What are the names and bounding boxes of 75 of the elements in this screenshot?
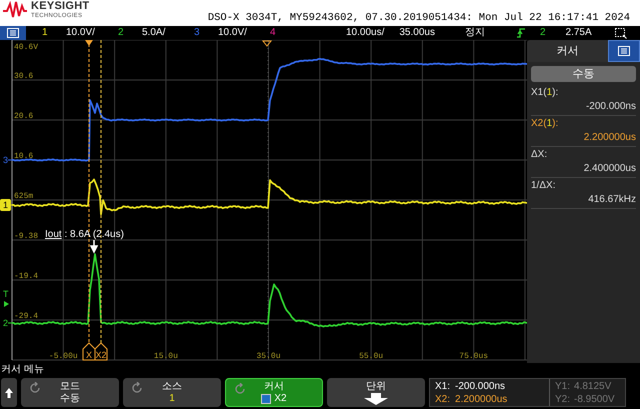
panel-tab[interactable]: 커서 — [527, 40, 608, 62]
run-state[interactable]: 정지 — [464, 28, 485, 38]
readout-value: 2.200000us — [582, 131, 636, 145]
logo-icon — [2, 1, 28, 19]
cursor-marker[interactable]: X2 — [94, 342, 108, 360]
readout-label: X1: — [435, 380, 450, 393]
axis-label: -29.4 — [14, 312, 38, 321]
readout-label: X1(1): — [531, 86, 558, 100]
menu-icon[interactable] — [0, 26, 26, 40]
down-arrow-icon — [363, 392, 389, 404]
channel-scale[interactable]: 10.0V/ — [66, 28, 95, 38]
menu-icon[interactable] — [608, 40, 640, 62]
axis-label: 15.0u — [154, 352, 178, 361]
softkey-value: 1 — [169, 392, 175, 404]
readout-label: X2(1): — [531, 117, 558, 131]
cycle-icon — [131, 382, 143, 394]
readout-value: -200.000ns — [455, 380, 506, 393]
cycle-icon — [234, 383, 246, 395]
readout-value: 2.200000us — [455, 393, 508, 406]
readout-value: 4.8125V — [574, 380, 612, 393]
rising-edge-icon[interactable] — [516, 28, 525, 38]
axis-label: -19.4 — [14, 272, 38, 281]
mode-button[interactable]: 수동 — [531, 66, 636, 82]
checkbox — [261, 394, 272, 404]
readout-label: Y1: — [555, 380, 570, 393]
time-delay[interactable]: 35.00us — [399, 28, 435, 38]
cycle-icon — [29, 382, 41, 394]
axis-label: 40.6V — [14, 43, 38, 52]
annotation-text: Iout : 8.6A (2.4us) — [45, 229, 124, 240]
softkey[interactable]: 소스 1 — [123, 378, 221, 407]
axis-label: 35.0u — [256, 352, 280, 361]
softkey[interactable]: 단위 — [327, 378, 425, 407]
readout-value: 416.67kHz — [587, 193, 636, 207]
readout-label: Y2: — [555, 393, 570, 406]
axis-label: 75.0us — [459, 352, 488, 361]
zoom-select-icon[interactable] — [614, 28, 627, 38]
softkey-value: 수동 — [60, 392, 80, 404]
readout-value: -8.9500V — [574, 393, 615, 406]
softkey[interactable]: 모드 수동 — [21, 378, 119, 407]
trigger-source[interactable]: 2 — [540, 28, 546, 38]
window-title: DSO-X 3034T, MY59243602, 07.30.2019051434: Mon Jul 22 16:17:41 2024 — [208, 12, 630, 26]
readout-value: -200.000ns — [584, 100, 636, 114]
softkey-value: X2 — [274, 392, 287, 404]
readout-value: 2.400000us — [582, 162, 636, 176]
axis-label: 30.6 — [14, 72, 34, 81]
readout-label: ΔX: — [531, 148, 548, 162]
back-button[interactable] — [1, 378, 17, 407]
menu-title: 커서 메뉴 — [0, 363, 45, 376]
channel-number[interactable]: 3 — [194, 28, 218, 38]
axis-label: 625m — [14, 192, 34, 201]
channel-marker[interactable]: 1 — [0, 199, 12, 211]
channel-number[interactable]: 1 — [42, 28, 66, 38]
down-arrow-icon — [90, 239, 98, 254]
trigger-position-icon — [262, 40, 272, 47]
axis-label: 20.6 — [14, 112, 34, 121]
softkey[interactable]: 커서 X2 — [225, 378, 323, 407]
readout-label: 1/ΔX: — [531, 179, 556, 193]
channel-number[interactable]: 2 — [118, 28, 142, 38]
axis-label: -5.00u — [48, 352, 78, 361]
softkey-title: 소스 — [162, 380, 182, 392]
up-arrow-icon — [5, 388, 13, 398]
trigger-level[interactable]: 2.75A — [566, 28, 592, 38]
brand-name: KEYSIGHT — [31, 1, 90, 12]
channel-scale[interactable]: 10.0V/ — [218, 28, 247, 38]
time-scale[interactable]: 10.00us/ — [346, 28, 384, 38]
readout-label: X2: — [435, 393, 450, 406]
channel-scale[interactable]: 5.0A/ — [142, 28, 166, 38]
softkey-title: 모드 — [60, 380, 80, 392]
cursor-marker[interactable]: X — [82, 342, 96, 360]
softkey-title: 단위 — [366, 380, 386, 392]
axis-label: -9.38 — [14, 232, 38, 241]
axis-label: 55.0u — [359, 352, 384, 361]
channel-number[interactable]: 4 — [270, 28, 294, 38]
axis-label: 10.6 — [14, 152, 34, 161]
softkey-title: 커서 — [264, 380, 284, 392]
